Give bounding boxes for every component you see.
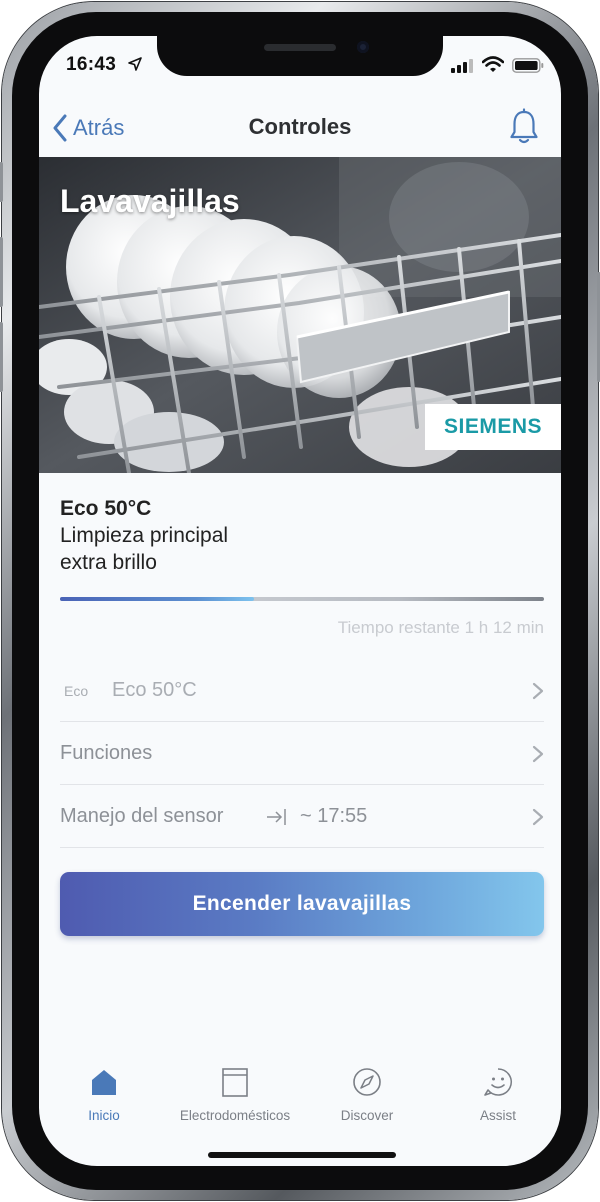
chevron-right-icon [532,745,544,763]
appliance-title: Lavavajillas [60,183,240,219]
chevron-right-icon [532,682,544,700]
appliance-hero-image: Lavavajillas SIEMENS [39,157,561,473]
power-on-dishwasher-button[interactable]: Encender lavavajillas [60,872,544,936]
navigation-bar: Atrás Controles [39,104,561,152]
status-time: 16:43 [66,54,117,75]
notification-bell-icon[interactable] [509,108,539,146]
program-progress-bar [60,597,544,601]
program-phase-line-1: Limpieza principal [60,524,229,547]
tab-home[interactable]: Inicio [39,1062,169,1132]
tab-home-label: Inicio [88,1108,120,1123]
arrow-to-end-icon [267,809,286,825]
tab-bar: Inicio Electrodomésticos Discover Assist [39,1062,561,1142]
home-icon [92,1070,116,1095]
program-progress-fill [60,597,254,601]
volume-up-button [0,237,3,307]
program-selector-row[interactable]: Eco Eco 50°C [60,660,544,722]
smiley-icon [484,1068,513,1096]
program-mode-badge: Eco [64,683,89,699]
brand-logo: SIEMENS [425,404,561,450]
sensor-control-row[interactable]: Manejo del sensor ~ 17:55 [60,786,544,848]
power-on-button-label: Encender lavavajillas [192,892,412,915]
tab-assist[interactable]: Assist [433,1062,561,1132]
speaker-grille [264,44,336,51]
program-name: Eco 50°C [60,497,152,520]
compass-icon [353,1068,381,1096]
appliance-icon [222,1068,248,1097]
tab-assist-label: Assist [479,1108,516,1123]
end-time: ~ 17:55 [300,805,368,827]
battery-icon [512,58,544,73]
home-indicator [208,1152,396,1158]
program-selector-label: Eco 50°C [112,679,197,701]
mute-switch [0,162,3,202]
cellular-signal-icon [451,59,473,73]
functions-label: Funciones [60,742,153,764]
volume-down-button [0,322,3,392]
location-arrow-icon [128,57,142,71]
front-camera [357,41,369,53]
notch [157,36,443,76]
app-screen: 16:43 Atrás Controles Lavavajillas SIEME… [39,36,561,1166]
wifi-icon [482,56,504,72]
sensor-control-label: Manejo del sensor [60,805,224,827]
program-phase-line-2: extra brillo [60,551,157,574]
tab-appliances-label: Electrodomésticos [179,1108,291,1123]
remaining-time: Tiempo restante 1 h 12 min [337,618,544,637]
chevron-right-icon [532,808,544,826]
tab-appliances[interactable]: Electrodomésticos [170,1062,300,1132]
page-title: Controles [248,114,352,139]
functions-row[interactable]: Funciones [60,723,544,785]
tab-discover[interactable]: Discover [302,1062,432,1132]
brand-name: SIEMENS [443,415,543,438]
tab-discover-label: Discover [340,1108,394,1123]
